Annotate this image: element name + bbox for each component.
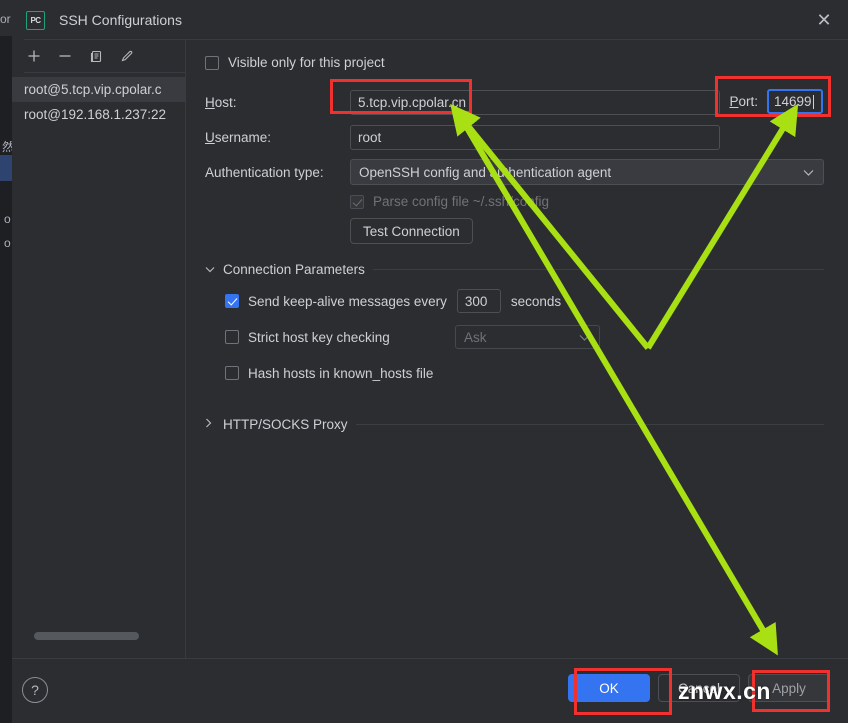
- visible-only-label: Visible only for this project: [228, 55, 385, 70]
- keepalive-unit-label: seconds: [510, 293, 562, 309]
- configuration-form: Visible only for this project Host: 5.tc…: [185, 40, 848, 658]
- strict-host-value: Ask: [464, 329, 487, 345]
- auth-type-label: Authentication type:: [205, 164, 324, 180]
- dialog-title: SSH Configurations: [59, 12, 182, 28]
- dialog-footer: ? OK Cancel Apply: [12, 658, 848, 723]
- visible-only-checkbox[interactable]: [205, 55, 219, 70]
- configurations-list: root@5.tcp.vip.cpolar.c root@192.168.1.2…: [12, 77, 185, 658]
- username-label: Username:: [205, 129, 272, 145]
- username-row: Username: root: [205, 119, 824, 155]
- ssh-configurations-dialog: PC SSH Configurations ✕ root@5.tcp.vip.c…: [12, 0, 848, 723]
- proxy-section-header[interactable]: HTTP/SOCKS Proxy: [205, 417, 824, 432]
- chevron-down-icon: [205, 264, 215, 276]
- hash-hosts-label: Hash hosts in known_hosts file: [248, 365, 434, 381]
- keepalive-checkbox[interactable]: [225, 294, 239, 308]
- parse-config-checkbox: [350, 194, 364, 209]
- remove-icon[interactable]: [55, 46, 75, 66]
- list-item[interactable]: root@5.tcp.vip.cpolar.c: [12, 77, 185, 102]
- strict-host-checkbox[interactable]: [225, 330, 239, 344]
- strict-host-select[interactable]: Ask: [455, 325, 600, 349]
- test-connection-button[interactable]: Test Connection: [350, 218, 473, 244]
- username-input[interactable]: root: [350, 124, 720, 150]
- background-fragment: o: [4, 236, 11, 250]
- parse-config-label: Parse config file ~/.ssh/config: [373, 194, 549, 209]
- keepalive-label: Send keep-alive messages every: [248, 293, 447, 309]
- host-label: Host:: [205, 94, 237, 110]
- dialog-titlebar: PC SSH Configurations ✕: [12, 0, 848, 40]
- keepalive-row: Send keep-alive messages every 300 secon…: [225, 289, 824, 313]
- text-caret: [812, 94, 814, 109]
- auth-type-value: OpenSSH config and authentication agent: [359, 164, 612, 180]
- strict-host-label: Strict host key checking: [248, 329, 390, 345]
- chevron-down-icon: [803, 165, 814, 180]
- background-fragment: o: [4, 212, 11, 226]
- ok-button[interactable]: OK: [568, 674, 650, 702]
- add-icon[interactable]: [24, 46, 44, 66]
- hash-hosts-row: Hash hosts in known_hosts file: [225, 362, 824, 384]
- help-icon[interactable]: ?: [22, 677, 48, 703]
- sidebar-toolbar-divider: [24, 72, 185, 73]
- cancel-button[interactable]: Cancel: [658, 674, 740, 702]
- chevron-right-icon: [205, 418, 215, 431]
- auth-type-select[interactable]: OpenSSH config and authentication agent: [350, 159, 824, 185]
- strict-host-row: Strict host key checking Ask: [225, 325, 824, 349]
- port-input[interactable]: 14699: [767, 89, 823, 114]
- section-divider: [372, 269, 824, 270]
- chevron-down-icon: [579, 330, 590, 345]
- screen: or 然 o o PC SSH Configurations ✕ root@5.…: [0, 0, 848, 723]
- port-label: Port:: [729, 94, 758, 109]
- sidebar-toolbar: [12, 40, 185, 72]
- background-fragment: or: [0, 12, 11, 26]
- connection-parameters-header[interactable]: Connection Parameters: [205, 262, 824, 277]
- pycharm-icon-text: PC: [30, 15, 41, 25]
- test-connection-row: Test Connection: [350, 218, 824, 244]
- auth-type-row: Authentication type: OpenSSH config and …: [205, 155, 824, 189]
- copy-icon[interactable]: [86, 46, 106, 66]
- port-value: 14699: [774, 94, 812, 109]
- hash-hosts-checkbox[interactable]: [225, 366, 239, 380]
- list-item[interactable]: root@192.168.1.237:22: [12, 102, 185, 127]
- proxy-section-title: HTTP/SOCKS Proxy: [223, 417, 348, 432]
- parse-config-row: Parse config file ~/.ssh/config: [350, 194, 824, 209]
- horizontal-scrollbar[interactable]: [34, 632, 139, 640]
- footer-buttons: OK Cancel Apply: [568, 674, 830, 702]
- keepalive-interval-input[interactable]: 300: [456, 289, 501, 313]
- port-group: Port: 14699: [729, 89, 823, 114]
- apply-button[interactable]: Apply: [748, 674, 830, 702]
- pycharm-icon: PC: [26, 10, 45, 30]
- section-divider: [355, 424, 824, 425]
- dialog-body: root@5.tcp.vip.cpolar.c root@192.168.1.2…: [12, 40, 848, 658]
- close-icon[interactable]: ✕: [810, 8, 838, 32]
- edit-icon[interactable]: [117, 46, 137, 66]
- configurations-sidebar: root@5.tcp.vip.cpolar.c root@192.168.1.2…: [12, 40, 185, 658]
- host-row: Host: 5.tcp.vip.cpolar.cn Port: 14699: [205, 85, 824, 119]
- strict-host-select-wrap: Ask: [455, 325, 600, 349]
- connection-parameters-title: Connection Parameters: [223, 262, 365, 277]
- visible-only-row: Visible only for this project: [205, 55, 824, 70]
- host-input[interactable]: 5.tcp.vip.cpolar.cn: [350, 89, 720, 115]
